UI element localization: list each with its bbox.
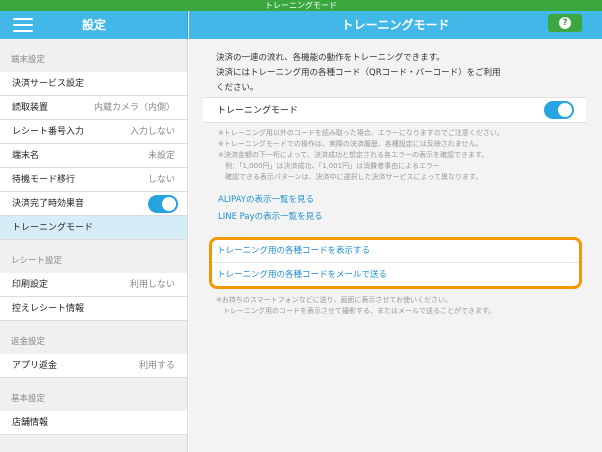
training-notes: ※トレーニング用以外のコードを読み取った場合、エラーになりますのでご注意ください…	[218, 128, 578, 183]
note-line: ※決済金額の下一桁によって、決済成功と想定される各エラーの表示を確認できます。	[218, 151, 489, 159]
sidebar-item-value: しない	[147, 175, 175, 185]
note-line: ※お持ちのスマートフォンなどに送り、画面に表示させてお使いください。	[216, 296, 453, 304]
settings-sidebar: 端末設定 決済サービス設定 読取装置 内蔵カメラ（内側） レシート番号入力 入力…	[0, 39, 188, 452]
sidebar-item-terminal-name[interactable]: 端末名 未設定	[0, 144, 187, 168]
completion-sound-toggle[interactable]	[148, 195, 178, 213]
sidebar-item-label: 店舗情報	[12, 418, 49, 428]
main-header: トレーニングモード ?	[189, 11, 602, 39]
section-label-terminal: 端末設定	[11, 55, 46, 65]
alipay-display-list-link[interactable]: ALIPAYの表示一覧を見る	[218, 193, 314, 205]
show-training-codes-button[interactable]: トレーニング用の各種コードを表示する	[212, 240, 579, 263]
training-mode-row: トレーニングモード	[203, 97, 586, 123]
sidebar-item-label: 決済完了時効果音	[12, 199, 85, 209]
note-line: 例：「1,000円」は決済成功、「1,001円」は消費者事由によるエラー	[218, 162, 440, 170]
show-training-codes-label: トレーニング用の各種コードを表示する	[217, 246, 371, 256]
note-line: ※トレーニング用以外のコードを読み取った場合、エラーになりますのでご注意ください…	[218, 129, 504, 137]
sidebar-item-copy-receipt[interactable]: 控えレシート情報	[0, 297, 187, 321]
training-description: 決済の一連の流れ、各機能の動作をトレーニングできます。 決済にはトレーニング用の…	[216, 51, 576, 96]
email-training-codes-button[interactable]: トレーニング用の各種コードをメールで送る	[212, 264, 579, 287]
sidebar-item-reader[interactable]: 読取装置 内蔵カメラ（内側）	[0, 96, 187, 120]
line-pay-display-list-link[interactable]: LINE Payの表示一覧を見る	[218, 210, 323, 222]
sidebar-item-value: 内蔵カメラ（内側）	[93, 103, 175, 113]
section-label-refund: 返金設定	[11, 337, 46, 347]
sidebar-item-store-info[interactable]: 店舗情報	[0, 411, 187, 435]
sidebar-item-value: 利用する	[138, 361, 175, 371]
description-line: 決済の一連の流れ、各機能の動作をトレーニングできます。	[216, 53, 445, 63]
sidebar-item-completion-sound: 決済完了時効果音	[0, 192, 187, 216]
sidebar-item-label: 端末名	[12, 151, 40, 161]
training-mode-label: トレーニングモード	[217, 106, 299, 116]
note-line: ※トレーニングモードでの操作は、実際の決済履歴、各種設定には反映されません。	[218, 140, 483, 148]
sidebar-item-label: 控えレシート情報	[12, 304, 85, 314]
note-line: トレーニング用のコードを表示させて撮影する、またはメールで送ることができます。	[216, 307, 496, 315]
note-line: 確認できる表示パターンは、決済中に選択した決済サービスによって異なります。	[218, 173, 483, 181]
sidebar-item-receipt-number[interactable]: レシート番号入力 入力しない	[0, 120, 187, 144]
training-mode-toggle[interactable]	[544, 101, 574, 119]
sidebar-item-label: 印刷設定	[12, 280, 49, 290]
section-label-basic: 基本設定	[11, 394, 46, 404]
sidebar-item-value: 利用しない	[129, 280, 175, 290]
sidebar-item-label: アプリ返金	[12, 361, 58, 371]
sidebar-item-app-refund[interactable]: アプリ返金 利用する	[0, 354, 187, 378]
help-button[interactable]: ?	[548, 14, 582, 32]
sidebar-item-standby[interactable]: 待機モード移行 しない	[0, 168, 187, 192]
sidebar-item-value: 入力しない	[129, 127, 175, 137]
description-line: ください。	[216, 83, 259, 93]
sidebar-item-value: 未設定	[147, 151, 175, 161]
email-training-codes-label: トレーニング用の各種コードをメールで送る	[217, 270, 388, 280]
sidebar-item-label: 決済サービス設定	[12, 79, 85, 89]
section-label-receipt: レシート設定	[11, 256, 63, 266]
training-mode-banner: トレーニングモード	[0, 0, 602, 11]
sidebar-item-label: トレーニングモード	[12, 223, 94, 233]
sidebar-item-label: 待機モード移行	[12, 175, 76, 185]
codes-notes: ※お持ちのスマートフォンなどに送り、画面に表示させてお使いください。 トレーニン…	[216, 295, 586, 317]
help-icon: ?	[559, 17, 571, 29]
description-line: 決済にはトレーニング用の各種コード（QRコード・バーコード）をご利用	[216, 68, 501, 78]
sidebar-item-print[interactable]: 印刷設定 利用しない	[0, 273, 187, 297]
main-panel: 決済の一連の流れ、各機能の動作をトレーニングできます。 決済にはトレーニング用の…	[189, 39, 602, 452]
sidebar-item-training-mode[interactable]: トレーニングモード	[0, 216, 187, 240]
training-codes-card: トレーニング用の各種コードを表示する トレーニング用の各種コードをメールで送る	[209, 237, 582, 289]
sidebar-title: 設定	[81, 18, 106, 32]
sidebar-item-label: 読取装置	[12, 103, 49, 113]
page-title: トレーニングモード	[341, 18, 450, 32]
sidebar-item-label: レシート番号入力	[12, 127, 85, 137]
sidebar-item-payment-service[interactable]: 決済サービス設定	[0, 72, 187, 96]
sidebar-header: 設定	[0, 11, 188, 39]
